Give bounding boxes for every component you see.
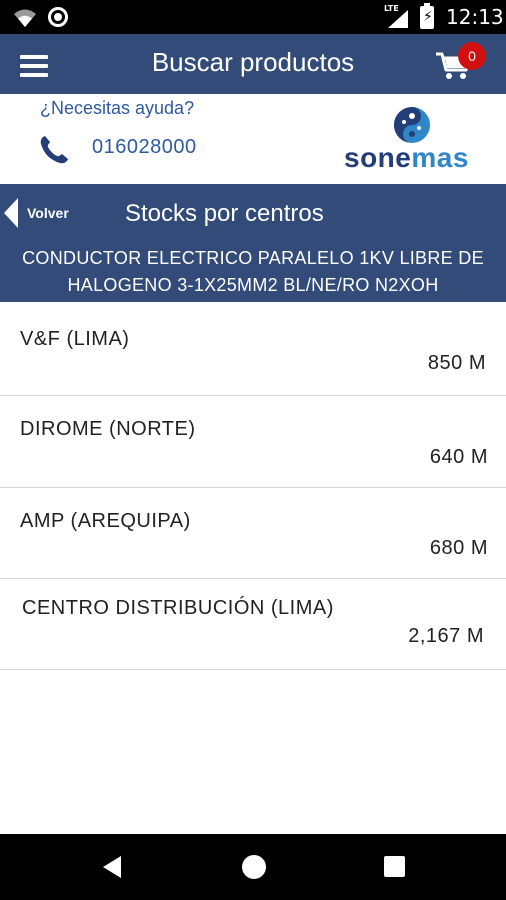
stock-quantity: 640 M (429, 446, 488, 468)
center-name: AMP (AREQUIPA) (20, 510, 191, 532)
charging-bolt-icon: ⚡ (423, 8, 433, 24)
back-triangle-icon[interactable] (103, 856, 121, 878)
back-label: Volver (27, 205, 69, 221)
stock-list: V&F (LIMA) 850 M DIROME (NORTE) 640 M AM… (0, 302, 506, 670)
sonemas-logo-text: sonemas (344, 142, 469, 174)
stock-row[interactable]: CENTRO DISTRIBUCIÓN (LIMA) 2,167 M (0, 579, 506, 670)
app-bar: Buscar productos 0 (0, 34, 506, 94)
status-bar: LTE ⚡ 12:13 (0, 0, 506, 34)
section-header: Volver Stocks por centros CONDUCTOR ELEC… (0, 184, 506, 302)
section-title: Stocks por centros (125, 200, 324, 227)
back-arrow-icon (4, 198, 18, 228)
center-name: DIROME (NORTE) (20, 418, 196, 440)
center-name: V&F (LIMA) (20, 328, 130, 350)
stock-row[interactable]: AMP (AREQUIPA) 680 M (0, 488, 506, 579)
sonemas-logo-icon (394, 107, 430, 143)
page-title: Buscar productos (151, 47, 355, 77)
clock: 12:13 (446, 5, 504, 29)
logo-text-part2: mas (411, 142, 469, 173)
center-name: CENTRO DISTRIBUCIÓN (LIMA) (22, 597, 334, 619)
help-header: ¿Necesitas ayuda? 016028000 sonemas (0, 94, 506, 184)
stock-quantity: 850 M (427, 352, 486, 374)
home-circle-icon[interactable] (242, 855, 266, 879)
help-question: ¿Necesitas ayuda? (40, 98, 195, 118)
back-button[interactable]: Volver (4, 194, 84, 234)
stock-row[interactable]: DIROME (NORTE) 640 M (0, 396, 506, 488)
product-name: CONDUCTOR ELECTRICO PARALELO 1KV LIBRE D… (22, 248, 484, 295)
recents-square-icon[interactable] (384, 856, 405, 877)
stock-row[interactable]: V&F (LIMA) 850 M (0, 302, 506, 396)
logo-text-part1: sone (344, 142, 412, 173)
system-nav-bar (0, 834, 506, 900)
signal-icon (388, 10, 408, 28)
stock-quantity: 680 M (429, 537, 488, 559)
stock-quantity: 2,167 M (408, 625, 484, 647)
phone-icon[interactable] (38, 134, 70, 166)
circle-notification-icon (48, 7, 68, 27)
phone-number-link[interactable]: 016028000 (92, 136, 197, 159)
cart-count-badge[interactable]: 0 (458, 42, 486, 70)
wifi-icon (14, 9, 36, 27)
